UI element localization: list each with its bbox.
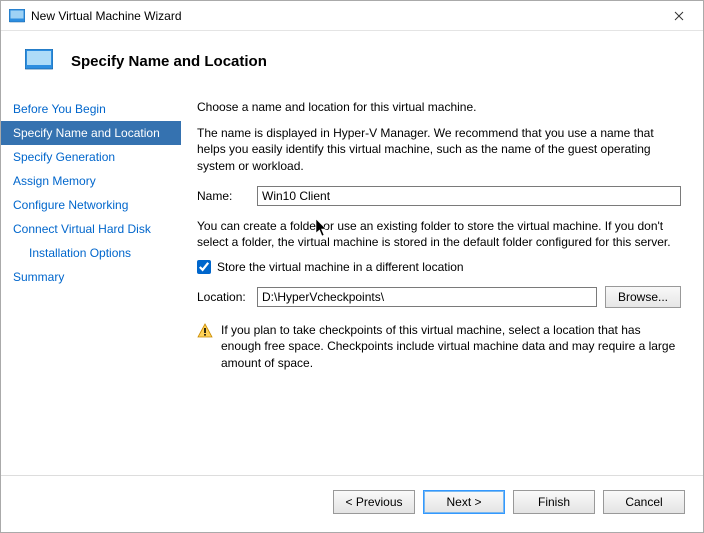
intro-text-2: The name is displayed in Hyper-V Manager… <box>197 125 681 174</box>
store-different-location-label: Store the virtual machine in a different… <box>217 260 464 274</box>
name-label: Name: <box>197 189 249 203</box>
finish-button[interactable]: Finish <box>513 490 595 514</box>
step-connect-vhd[interactable]: Connect Virtual Hard Disk <box>1 217 181 241</box>
wizard-header: Specify Name and Location <box>1 31 703 89</box>
cancel-button[interactable]: Cancel <box>603 490 685 514</box>
store-different-location-checkbox[interactable] <box>197 260 211 274</box>
step-assign-memory[interactable]: Assign Memory <box>1 169 181 193</box>
name-row: Name: <box>197 186 681 206</box>
warning-text: If you plan to take checkpoints of this … <box>221 322 681 371</box>
wizard-footer: < Previous Next > Finish Cancel <box>1 475 703 532</box>
next-button[interactable]: Next > <box>423 490 505 514</box>
titlebar: New Virtual Machine Wizard <box>1 1 703 31</box>
name-input[interactable] <box>257 186 681 206</box>
vm-icon <box>25 49 53 73</box>
page-heading: Specify Name and Location <box>71 53 267 70</box>
location-row: Location: Browse... <box>197 286 681 308</box>
store-different-location-row: Store the virtual machine in a different… <box>197 260 681 274</box>
wizard-window: New Virtual Machine Wizard Specify Name … <box>0 0 704 533</box>
wizard-body: Before You Begin Specify Name and Locati… <box>1 89 703 475</box>
step-specify-name-location[interactable]: Specify Name and Location <box>1 121 181 145</box>
step-configure-networking[interactable]: Configure Networking <box>1 193 181 217</box>
step-specify-generation[interactable]: Specify Generation <box>1 145 181 169</box>
folder-text: You can create a folder or use an existi… <box>197 218 681 250</box>
location-input[interactable] <box>257 287 597 307</box>
step-summary[interactable]: Summary <box>1 265 181 289</box>
wizard-content: Choose a name and location for this virt… <box>181 89 703 475</box>
browse-button[interactable]: Browse... <box>605 286 681 308</box>
previous-button[interactable]: < Previous <box>333 490 415 514</box>
wizard-steps: Before You Begin Specify Name and Locati… <box>1 89 181 475</box>
location-label: Location: <box>197 290 249 304</box>
app-icon <box>9 8 25 24</box>
window-title: New Virtual Machine Wizard <box>31 9 659 23</box>
step-installation-options[interactable]: Installation Options <box>1 241 181 265</box>
warning-row: If you plan to take checkpoints of this … <box>197 322 681 371</box>
close-button[interactable] <box>659 2 699 30</box>
intro-text-1: Choose a name and location for this virt… <box>197 99 681 115</box>
warning-icon <box>197 323 213 339</box>
step-before-you-begin[interactable]: Before You Begin <box>1 97 181 121</box>
